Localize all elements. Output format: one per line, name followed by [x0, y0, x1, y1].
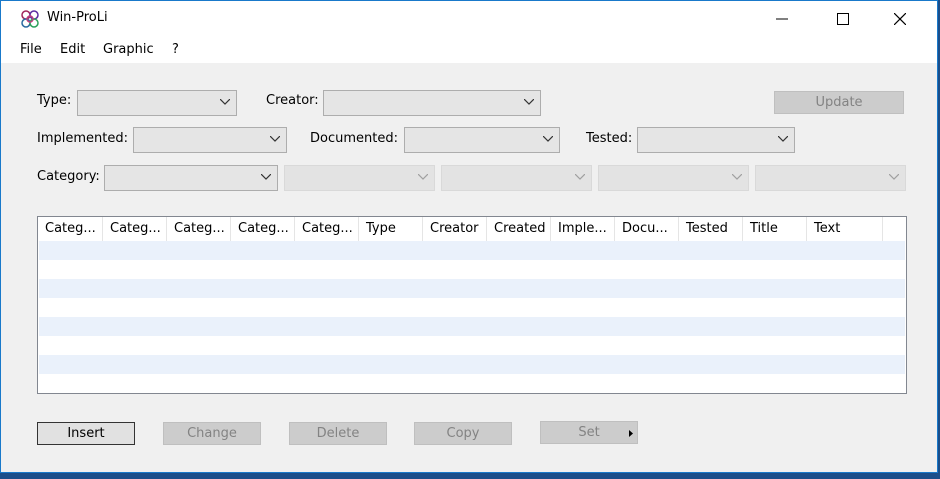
chevron-down-icon	[575, 174, 585, 180]
documented-combo[interactable]	[404, 127, 560, 153]
update-button[interactable]: Update	[774, 91, 904, 114]
maximize-button[interactable]	[820, 1, 866, 37]
implemented-combo[interactable]	[133, 127, 287, 153]
column-header-documented[interactable]: Docu...	[615, 217, 679, 241]
chevron-down-icon	[418, 174, 428, 180]
chevron-down-icon	[732, 174, 742, 180]
minimize-button[interactable]	[759, 1, 805, 37]
maximize-icon	[837, 13, 849, 25]
chevron-down-icon	[220, 99, 230, 105]
column-header-category-1[interactable]: Categ...	[38, 217, 103, 241]
set-button[interactable]: Set	[540, 421, 638, 444]
implemented-label: Implemented:	[37, 131, 128, 146]
column-header-category-5[interactable]: Categ...	[295, 217, 359, 241]
column-header-category-2[interactable]: Categ...	[103, 217, 167, 241]
close-button[interactable]	[877, 1, 923, 37]
app-window: Win-ProLi File Edit Graphic ? Type: Crea…	[0, 0, 938, 473]
table-row[interactable]	[39, 260, 905, 279]
table-row[interactable]	[39, 298, 905, 317]
category-combo-4[interactable]	[598, 165, 749, 191]
change-button[interactable]: Change	[163, 422, 261, 445]
column-header-category-3[interactable]: Categ...	[167, 217, 231, 241]
table-row[interactable]	[39, 279, 905, 298]
minimize-icon	[776, 18, 788, 20]
category-combo-3[interactable]	[441, 165, 592, 191]
chevron-down-icon	[543, 136, 553, 142]
category-combo-5[interactable]	[755, 165, 906, 191]
type-combo[interactable]	[77, 90, 237, 116]
menu-edit[interactable]: Edit	[60, 42, 85, 57]
insert-button[interactable]: Insert	[37, 422, 135, 445]
column-header-created[interactable]: Created	[487, 217, 551, 241]
chevron-down-icon	[889, 174, 899, 180]
creator-label: Creator:	[266, 93, 319, 108]
chevron-down-icon	[524, 99, 534, 105]
type-label: Type:	[37, 93, 72, 108]
documented-label: Documented:	[310, 131, 398, 146]
copy-button[interactable]: Copy	[414, 422, 512, 445]
column-header-creator[interactable]: Creator	[423, 217, 487, 241]
set-button-label: Set	[578, 425, 600, 440]
table-row[interactable]	[39, 241, 905, 260]
menu-file[interactable]: File	[20, 42, 42, 57]
column-header-title[interactable]: Title	[743, 217, 807, 241]
window-title: Win-ProLi	[47, 10, 108, 25]
tested-combo[interactable]	[637, 127, 795, 153]
category-combo-1[interactable]	[104, 165, 278, 191]
table-row[interactable]	[39, 317, 905, 336]
tested-label: Tested:	[586, 131, 633, 146]
creator-combo[interactable]	[323, 90, 541, 116]
chevron-down-icon	[778, 136, 788, 142]
column-header-type[interactable]: Type	[359, 217, 423, 241]
table-row[interactable]	[39, 336, 905, 355]
column-header-text[interactable]: Text	[807, 217, 883, 241]
records-table[interactable]: Categ... Categ... Categ... Categ... Cate…	[37, 216, 907, 394]
menu-graphic[interactable]: Graphic	[103, 42, 154, 57]
chevron-down-icon	[270, 136, 280, 142]
table-row[interactable]	[39, 355, 905, 374]
close-icon	[894, 13, 906, 25]
menu-bar: File Edit Graphic ?	[1, 37, 937, 63]
column-header-tested[interactable]: Tested	[679, 217, 743, 241]
category-label: Category:	[37, 169, 100, 184]
app-logo-icon	[21, 10, 39, 28]
title-bar[interactable]: Win-ProLi	[1, 1, 937, 37]
table-header: Categ... Categ... Categ... Categ... Cate…	[38, 217, 906, 241]
delete-button[interactable]: Delete	[289, 422, 387, 445]
table-row[interactable]	[39, 374, 905, 393]
column-header-category-4[interactable]: Categ...	[231, 217, 295, 241]
chevron-down-icon	[261, 174, 271, 180]
category-combo-2[interactable]	[284, 165, 435, 191]
arrow-right-icon	[629, 430, 633, 437]
menu-help[interactable]: ?	[172, 42, 179, 57]
column-header-implemented[interactable]: Imple...	[551, 217, 615, 241]
